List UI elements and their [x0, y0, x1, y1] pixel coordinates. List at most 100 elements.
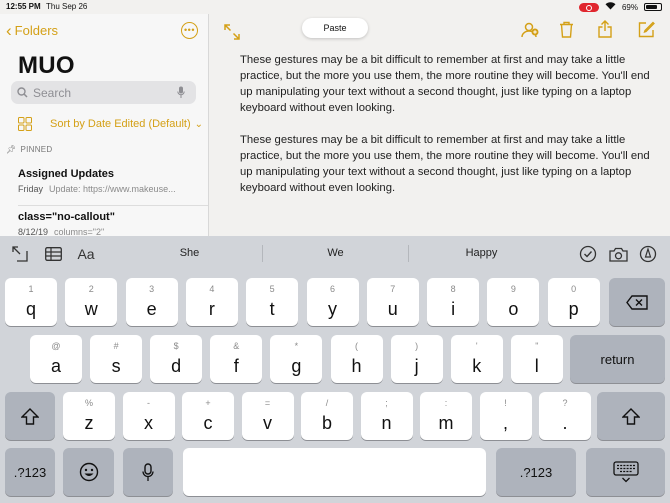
- key-primary-label: b: [321, 412, 332, 433]
- prediction-word[interactable]: We: [263, 247, 408, 259]
- key-secondary-label: ): [415, 341, 419, 351]
- key-secondary-label: ': [475, 341, 478, 351]
- text-format-button[interactable]: Aa: [74, 242, 98, 266]
- shift-key-left[interactable]: [5, 392, 55, 440]
- key-primary-label: s: [111, 355, 121, 376]
- key-letter[interactable]: 0p: [547, 278, 600, 326]
- microphone-icon: [142, 462, 154, 481]
- key-letter[interactable]: ; n: [360, 392, 413, 440]
- key-letter[interactable]: 5t: [246, 278, 299, 326]
- share-icon[interactable]: [598, 20, 612, 38]
- key-secondary-label: =: [264, 398, 271, 408]
- key-letter[interactable]: -x: [122, 392, 175, 440]
- compose-icon[interactable]: [638, 21, 655, 38]
- key-letter[interactable]: ' k: [450, 335, 503, 383]
- note-list-item[interactable]: class="no-callout" 8/12/19 columns="2": [18, 211, 203, 237]
- key-letter[interactable]: = v: [241, 392, 294, 440]
- emoji-icon: [79, 462, 98, 482]
- dictation-key[interactable]: [123, 448, 173, 496]
- pinned-section-header: 📌︎ PINNED: [6, 145, 53, 154]
- key-letter[interactable]: :m: [420, 392, 472, 440]
- microphone-icon[interactable]: [177, 86, 185, 99]
- markup-pen-icon[interactable]: [636, 242, 660, 266]
- sort-control[interactable]: Sort by Date Edited (Default) ⌄: [18, 117, 203, 131]
- trash-icon[interactable]: [559, 21, 574, 38]
- key-primary-label: u: [387, 298, 398, 319]
- shift-key-right[interactable]: [597, 392, 665, 440]
- key-letter[interactable]: (h: [330, 335, 383, 383]
- key-letter[interactable]: 8i: [427, 278, 480, 326]
- camera-icon[interactable]: [606, 242, 630, 266]
- return-key[interactable]: return: [570, 335, 665, 383]
- key-letter[interactable]: 4r: [185, 278, 238, 326]
- prediction-word[interactable]: Happy: [409, 247, 554, 259]
- key-primary-label: x: [144, 412, 153, 433]
- key-letter[interactable]: # s: [90, 335, 143, 383]
- expand-icon[interactable]: [224, 24, 240, 40]
- key-letter[interactable]: @ a: [30, 335, 82, 383]
- key-letter[interactable]: & f: [210, 335, 263, 383]
- numbers-key-right[interactable]: .?123: [496, 448, 576, 496]
- key-letter[interactable]: 6y: [306, 278, 359, 326]
- delete-key[interactable]: [609, 278, 665, 326]
- dismiss-keyboard-key[interactable]: [586, 448, 665, 496]
- note-paragraph: These gestures may be a bit difficult to…: [240, 134, 650, 194]
- key-letter[interactable]: 1q: [5, 278, 57, 326]
- key-letter[interactable]: ) j: [390, 335, 443, 383]
- gallery-view-icon[interactable]: [18, 117, 32, 131]
- note-paragraph: These gestures may be a bit difficult to…: [240, 54, 650, 114]
- screen-record-icon[interactable]: [578, 2, 599, 12]
- key-letter[interactable]: " l: [510, 335, 563, 383]
- key-secondary-label: (: [355, 341, 358, 351]
- table-icon[interactable]: [41, 242, 65, 266]
- key-letter[interactable]: !,: [479, 392, 532, 440]
- key-letter[interactable]: 7u: [366, 278, 419, 326]
- key-letter[interactable]: $ d: [150, 335, 203, 383]
- note-date: Friday: [18, 184, 44, 194]
- key-secondary-label: 8: [450, 284, 456, 294]
- numbers-key-left[interactable]: .?123: [5, 448, 55, 496]
- search-input[interactable]: Search: [11, 81, 196, 104]
- key-letter[interactable]: / b: [301, 392, 353, 440]
- note-list-item[interactable]: Assigned Updates Friday Update: https://w…: [18, 168, 203, 194]
- note-editor[interactable]: Paste These gestures may be a bit diffic…: [210, 14, 670, 236]
- key-secondary-label: :: [444, 398, 448, 408]
- sort-label: Sort by Date Edited (Default): [50, 118, 191, 130]
- keyboard-dismiss-icon: [612, 461, 639, 483]
- undo-icon[interactable]: [8, 242, 32, 266]
- key-secondary-label: 9: [510, 284, 516, 294]
- key-letter[interactable]: 2w: [65, 278, 118, 326]
- key-letter[interactable]: + c: [182, 392, 234, 440]
- key-primary-label: o: [508, 298, 519, 319]
- key-secondary-label: 4: [209, 284, 215, 294]
- key-primary-label: .: [562, 412, 568, 433]
- note-body[interactable]: These gestures may be a bit difficult to…: [240, 52, 660, 212]
- search-icon: [17, 87, 28, 98]
- emoji-key[interactable]: [63, 448, 114, 496]
- checklist-icon[interactable]: [576, 242, 600, 266]
- delete-icon: [626, 294, 648, 310]
- prediction-word[interactable]: She: [117, 247, 262, 259]
- key-secondary-label: &: [233, 341, 240, 351]
- paste-button[interactable]: Paste: [302, 18, 368, 38]
- key-letter[interactable]: 9o: [487, 278, 540, 326]
- key-letter[interactable]: ?.: [539, 392, 591, 440]
- key-letter[interactable]: % z: [63, 392, 115, 440]
- folders-back-button[interactable]: ‹ Folders: [6, 22, 59, 39]
- chevron-down-icon: ⌄: [194, 118, 204, 130]
- key-primary-label: w: [84, 298, 98, 319]
- shift-icon: [622, 407, 640, 425]
- key-primary-label: h: [351, 355, 362, 376]
- key-secondary-label: ": [535, 341, 539, 351]
- key-primary-label: n: [381, 412, 392, 433]
- more-options-icon[interactable]: •••: [181, 22, 198, 39]
- space-bar[interactable]: [183, 448, 486, 496]
- key-letter[interactable]: * g: [270, 335, 323, 383]
- back-label: Folders: [14, 23, 59, 38]
- key-primary-label: j: [414, 355, 419, 376]
- pinned-label: PINNED: [20, 145, 53, 154]
- key-primary-label: y: [328, 298, 337, 319]
- key-secondary-label: !: [504, 398, 507, 408]
- key-letter[interactable]: 3e: [125, 278, 178, 326]
- share-person-icon[interactable]: [521, 22, 539, 38]
